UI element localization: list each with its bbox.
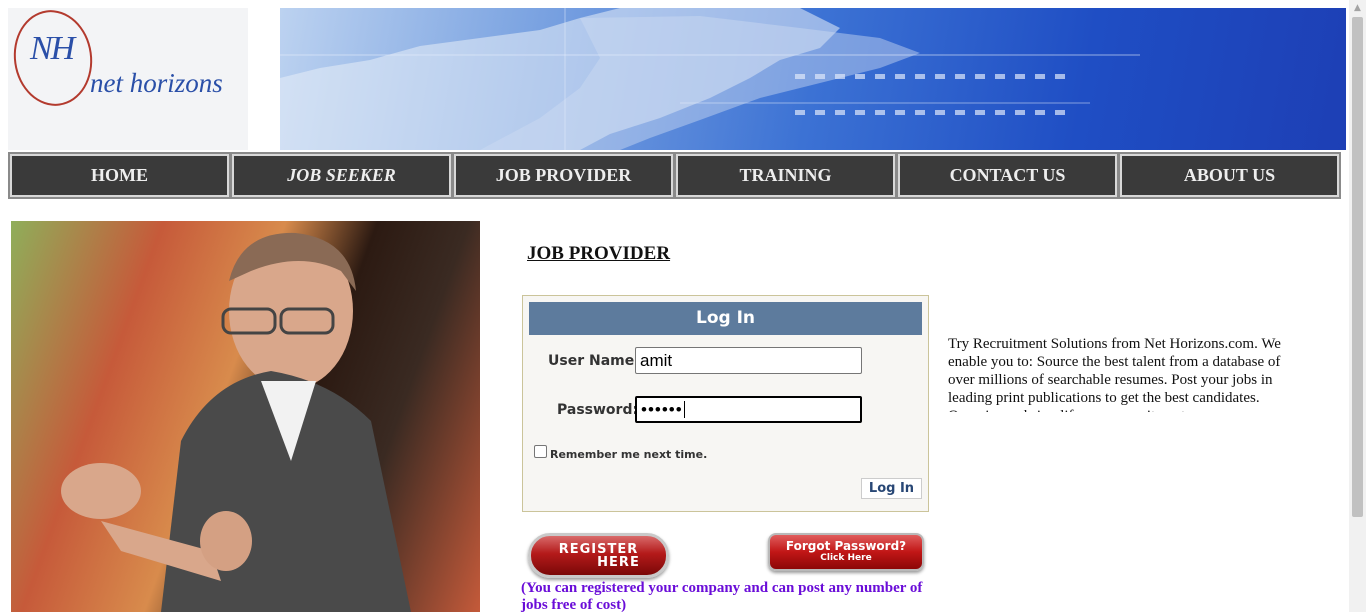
login-panel: Log In User Name: amit Password: •••••• … <box>522 295 929 512</box>
site-logo[interactable]: NH net horizons <box>7 5 248 150</box>
scrollbar-thumb[interactable] <box>1352 17 1363 517</box>
presenter-photo <box>11 221 480 612</box>
nav-item-training[interactable]: TRAINING <box>676 154 895 197</box>
presenter-figure <box>61 232 411 612</box>
page-root: { "header": { "logo_monogram": "NH", "lo… <box>0 0 1366 612</box>
username-value: amit <box>640 351 673 370</box>
logo-monogram: NH <box>30 30 75 67</box>
nav-item-home[interactable]: HOME <box>10 154 229 197</box>
page-heading: JOB PROVIDER <box>527 243 671 264</box>
header-banner-image <box>280 8 1346 150</box>
remember-me-label: Remember me next time. <box>550 448 708 461</box>
password-label: Password: <box>557 402 639 418</box>
nav-item-job-seeker[interactable]: JOB SEEKER <box>232 154 451 197</box>
nav-item-job-provider[interactable]: JOB PROVIDER <box>454 154 673 197</box>
password-field[interactable]: •••••• <box>635 396 862 423</box>
logo-text: net horizons <box>90 68 223 98</box>
forgot-button-line1: Forgot Password? <box>785 539 907 553</box>
world-map-graphic <box>280 8 1140 150</box>
login-submit-button[interactable]: Log In <box>861 478 922 499</box>
nav-item-contact-us[interactable]: CONTACT US <box>898 154 1117 197</box>
password-value: •••••• <box>641 400 683 419</box>
register-button-line2: HERE <box>597 555 640 570</box>
main-nav: HOME JOB SEEKER JOB PROVIDER TRAINING CO… <box>8 152 1341 199</box>
text-caret <box>683 401 685 418</box>
free-posting-note: (You can registered your company and can… <box>521 580 923 612</box>
remember-me-checkbox[interactable] <box>534 445 547 458</box>
login-title: Log In <box>529 302 922 335</box>
scroll-up-arrow-icon[interactable]: ▲ <box>1349 0 1366 17</box>
username-field[interactable]: amit <box>635 347 862 374</box>
vertical-scrollbar[interactable]: ▲ <box>1349 0 1366 612</box>
forgot-button-line2: Click Here <box>820 553 872 563</box>
recruitment-description: Try Recruitment Solutions from Net Horiz… <box>948 336 1281 412</box>
forgot-password-button[interactable]: Forgot Password? Click Here <box>768 533 924 571</box>
register-here-button[interactable]: REGISTER HERE <box>528 533 669 578</box>
nav-item-about-us[interactable]: ABOUT US <box>1120 154 1339 197</box>
username-label: User Name: <box>548 353 640 369</box>
